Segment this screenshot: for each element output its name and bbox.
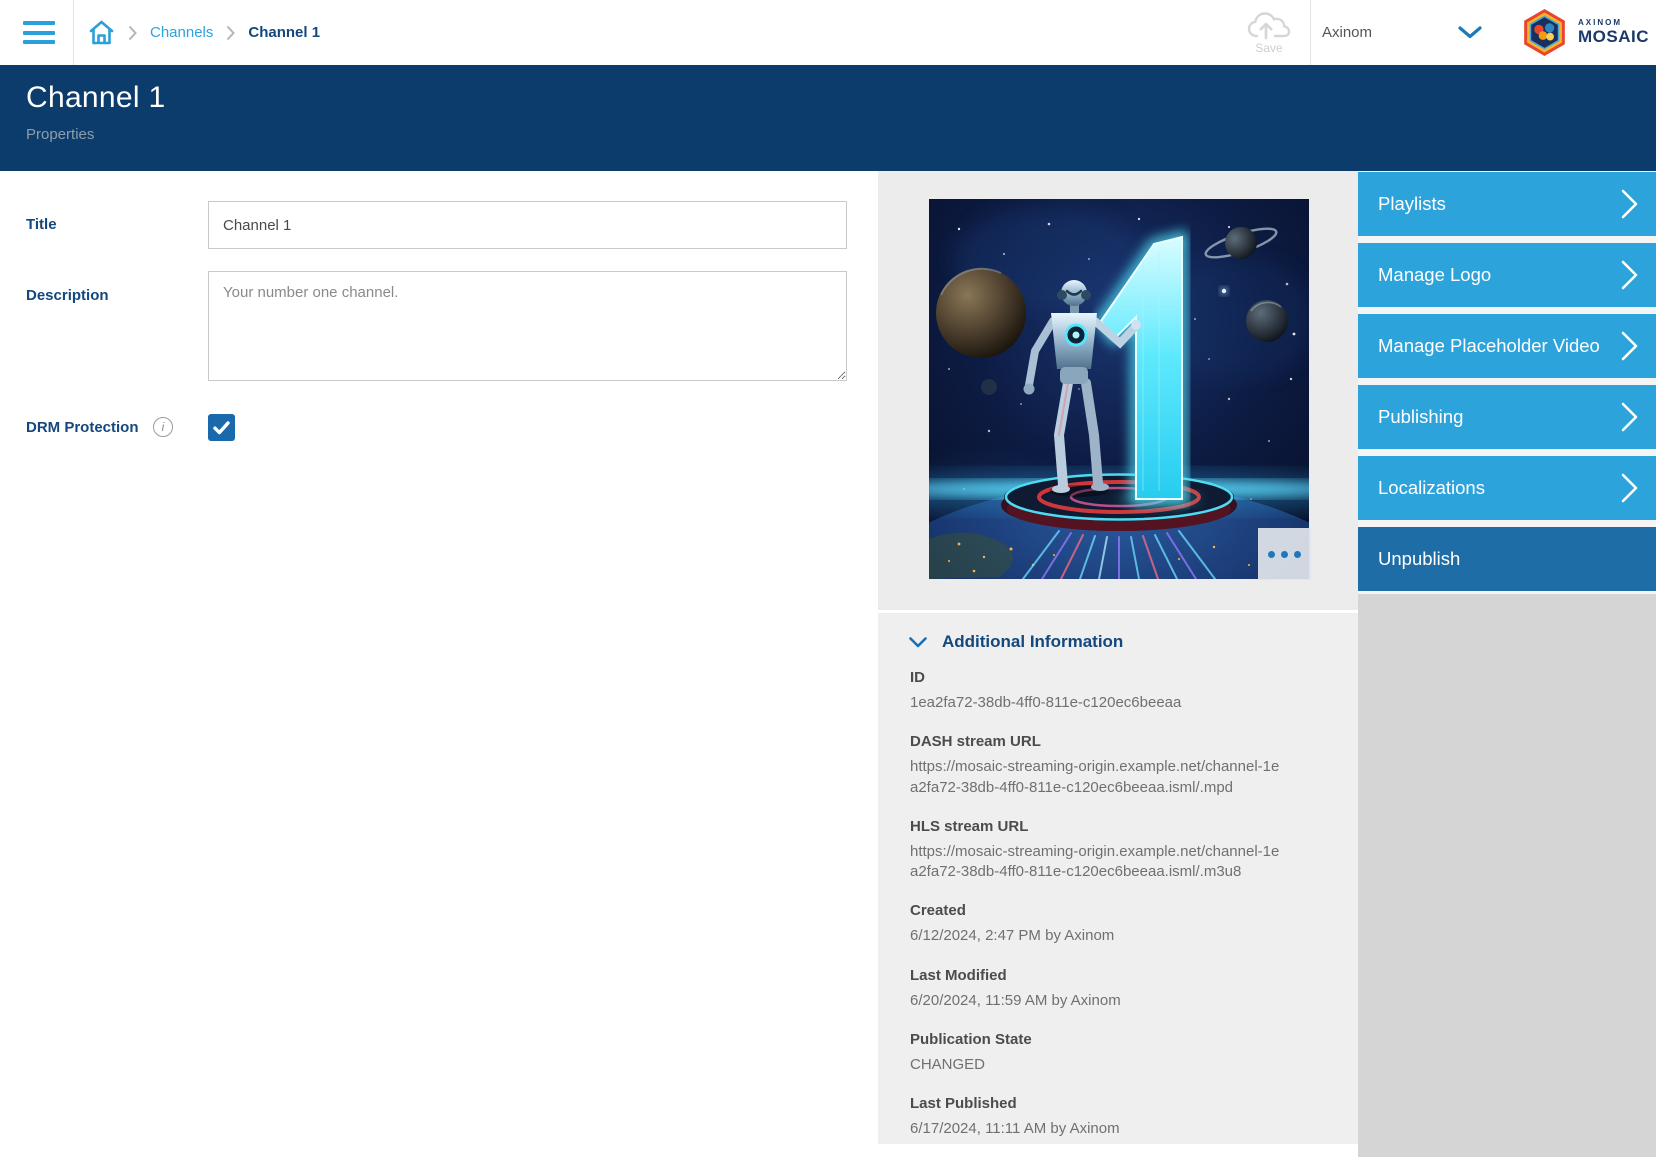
sidebar-action-button[interactable]: Unpublish (1358, 527, 1656, 591)
additional-information-toggle[interactable]: Additional Information (909, 632, 1123, 652)
page-header: Channel 1 Properties (0, 65, 1656, 171)
save-button[interactable]: Save (1241, 10, 1297, 55)
sidebar-action-label: Unpublish (1378, 548, 1460, 570)
info-field-label: DASH stream URL (910, 733, 1318, 750)
info-field-label: Last Published (910, 1095, 1318, 1112)
title-input[interactable] (208, 201, 847, 249)
chevron-right-icon (1621, 331, 1638, 361)
info-field-value: 6/20/2024, 11:59 AM by Axinom (910, 991, 1285, 1011)
sidebar-backdrop (1358, 594, 1656, 1157)
info-icon[interactable]: i (153, 417, 173, 437)
description-label: Description (26, 287, 109, 304)
info-field-label: Created (910, 902, 1318, 919)
description-input[interactable]: Your number one channel. (208, 271, 847, 381)
properties-form: Title Description Your number one channe… (0, 171, 878, 1157)
sidebar-action-label: Publishing (1378, 406, 1463, 428)
sidebar-action-button[interactable]: Localizations (1358, 456, 1656, 520)
sidebar-action-label: Localizations (1378, 477, 1485, 499)
tenant-name: Axinom (1322, 24, 1372, 41)
chevron-down-icon (1458, 26, 1482, 39)
page-subtitle: Properties (26, 126, 1656, 143)
info-field: HLS stream URL https://mosaic-streaming-… (910, 818, 1318, 883)
info-field: ID 1ea2fa72-38db-4ff0-811e-c120ec6beeaa (910, 669, 1318, 713)
axinom-mosaic-logo: AXINOM MOSAIC (1520, 8, 1649, 57)
sidebar-action-label: Playlists (1378, 193, 1446, 215)
info-field-value: CHANGED (910, 1055, 1285, 1075)
chevron-right-icon (1621, 260, 1638, 290)
info-field-value: https://mosaic-streaming-origin.example.… (910, 842, 1285, 883)
cover-image-area (878, 171, 1358, 610)
content-area: Title Description Your number one channe… (0, 171, 1656, 1157)
additional-information-section: Additional Information ID 1ea2fa72-38db-… (878, 613, 1358, 1144)
top-bar: Channels Channel 1 Save Axinom (0, 0, 1656, 65)
info-field: DASH stream URL https://mosaic-streaming… (910, 733, 1318, 798)
info-field-value: 1ea2fa72-38db-4ff0-811e-c120ec6beeaa (910, 693, 1285, 713)
channel-properties-page: Channels Channel 1 Save Axinom (0, 0, 1656, 1157)
info-field: Last Published 6/17/2024, 11:11 AM by Ax… (910, 1095, 1318, 1139)
info-field-value: 6/17/2024, 11:11 AM by Axinom (910, 1119, 1285, 1139)
info-field-value: 6/12/2024, 2:47 PM by Axinom (910, 926, 1285, 946)
breadcrumb-chevron-icon (128, 25, 137, 41)
topbar-divider (1310, 0, 1311, 65)
additional-information-heading: Additional Information (942, 632, 1123, 652)
chevron-right-icon (1621, 473, 1638, 503)
additional-information-fields: ID 1ea2fa72-38db-4ff0-811e-c120ec6beeaa … (909, 669, 1318, 1139)
info-field-label: ID (910, 669, 1318, 686)
action-sidebar: Playlists Manage Logo Manage Placeholder… (1358, 171, 1656, 1157)
ellipsis-dot (1268, 551, 1275, 558)
ellipsis-dot (1281, 551, 1288, 558)
breadcrumb: Channels Channel 1 (88, 0, 320, 65)
info-field: Created 6/12/2024, 2:47 PM by Axinom (910, 902, 1318, 946)
breadcrumb-channels-link[interactable]: Channels (150, 24, 213, 41)
info-field-label: Publication State (910, 1031, 1318, 1048)
chevron-right-icon (1621, 189, 1638, 219)
image-more-options-button[interactable] (1258, 528, 1311, 580)
save-button-label: Save (1241, 41, 1297, 55)
info-field-label: Last Modified (910, 967, 1318, 984)
drm-checkbox[interactable] (208, 414, 235, 441)
sidebar-action-button[interactable]: Publishing (1358, 385, 1656, 449)
home-icon[interactable] (88, 19, 115, 46)
channel-cover-image (929, 199, 1309, 579)
drm-protection-label: DRM Protection (26, 419, 139, 436)
info-field: Publication State CHANGED (910, 1031, 1318, 1075)
topbar-divider (73, 0, 74, 65)
sidebar-action-label: Manage Logo (1378, 264, 1491, 286)
sidebar-action-button[interactable]: Playlists (1358, 172, 1656, 236)
checkmark-icon (213, 421, 230, 435)
sidebar-action-button[interactable]: Manage Placeholder Video (1358, 314, 1656, 378)
chevron-right-icon (1621, 402, 1638, 432)
details-panel: Additional Information ID 1ea2fa72-38db-… (878, 171, 1358, 1157)
tenant-selector[interactable]: Axinom (1322, 0, 1482, 65)
chevron-down-icon (909, 637, 927, 648)
sidebar-action-button[interactable]: Manage Logo (1358, 243, 1656, 307)
breadcrumb-chevron-icon (226, 25, 235, 41)
brand-name-bottom: MOSAIC (1578, 28, 1649, 47)
sidebar-action-label: Manage Placeholder Video (1378, 335, 1600, 357)
page-title: Channel 1 (26, 81, 1656, 115)
mosaic-hexagon-icon (1520, 8, 1569, 57)
hamburger-menu-icon[interactable] (23, 21, 55, 44)
title-label: Title (26, 216, 57, 233)
ellipsis-dot (1294, 551, 1301, 558)
breadcrumb-current-page: Channel 1 (248, 24, 320, 41)
info-field-label: HLS stream URL (910, 818, 1318, 835)
info-field-value: https://mosaic-streaming-origin.example.… (910, 757, 1285, 798)
info-field: Last Modified 6/20/2024, 11:59 AM by Axi… (910, 967, 1318, 1011)
cloud-upload-icon (1241, 10, 1297, 40)
